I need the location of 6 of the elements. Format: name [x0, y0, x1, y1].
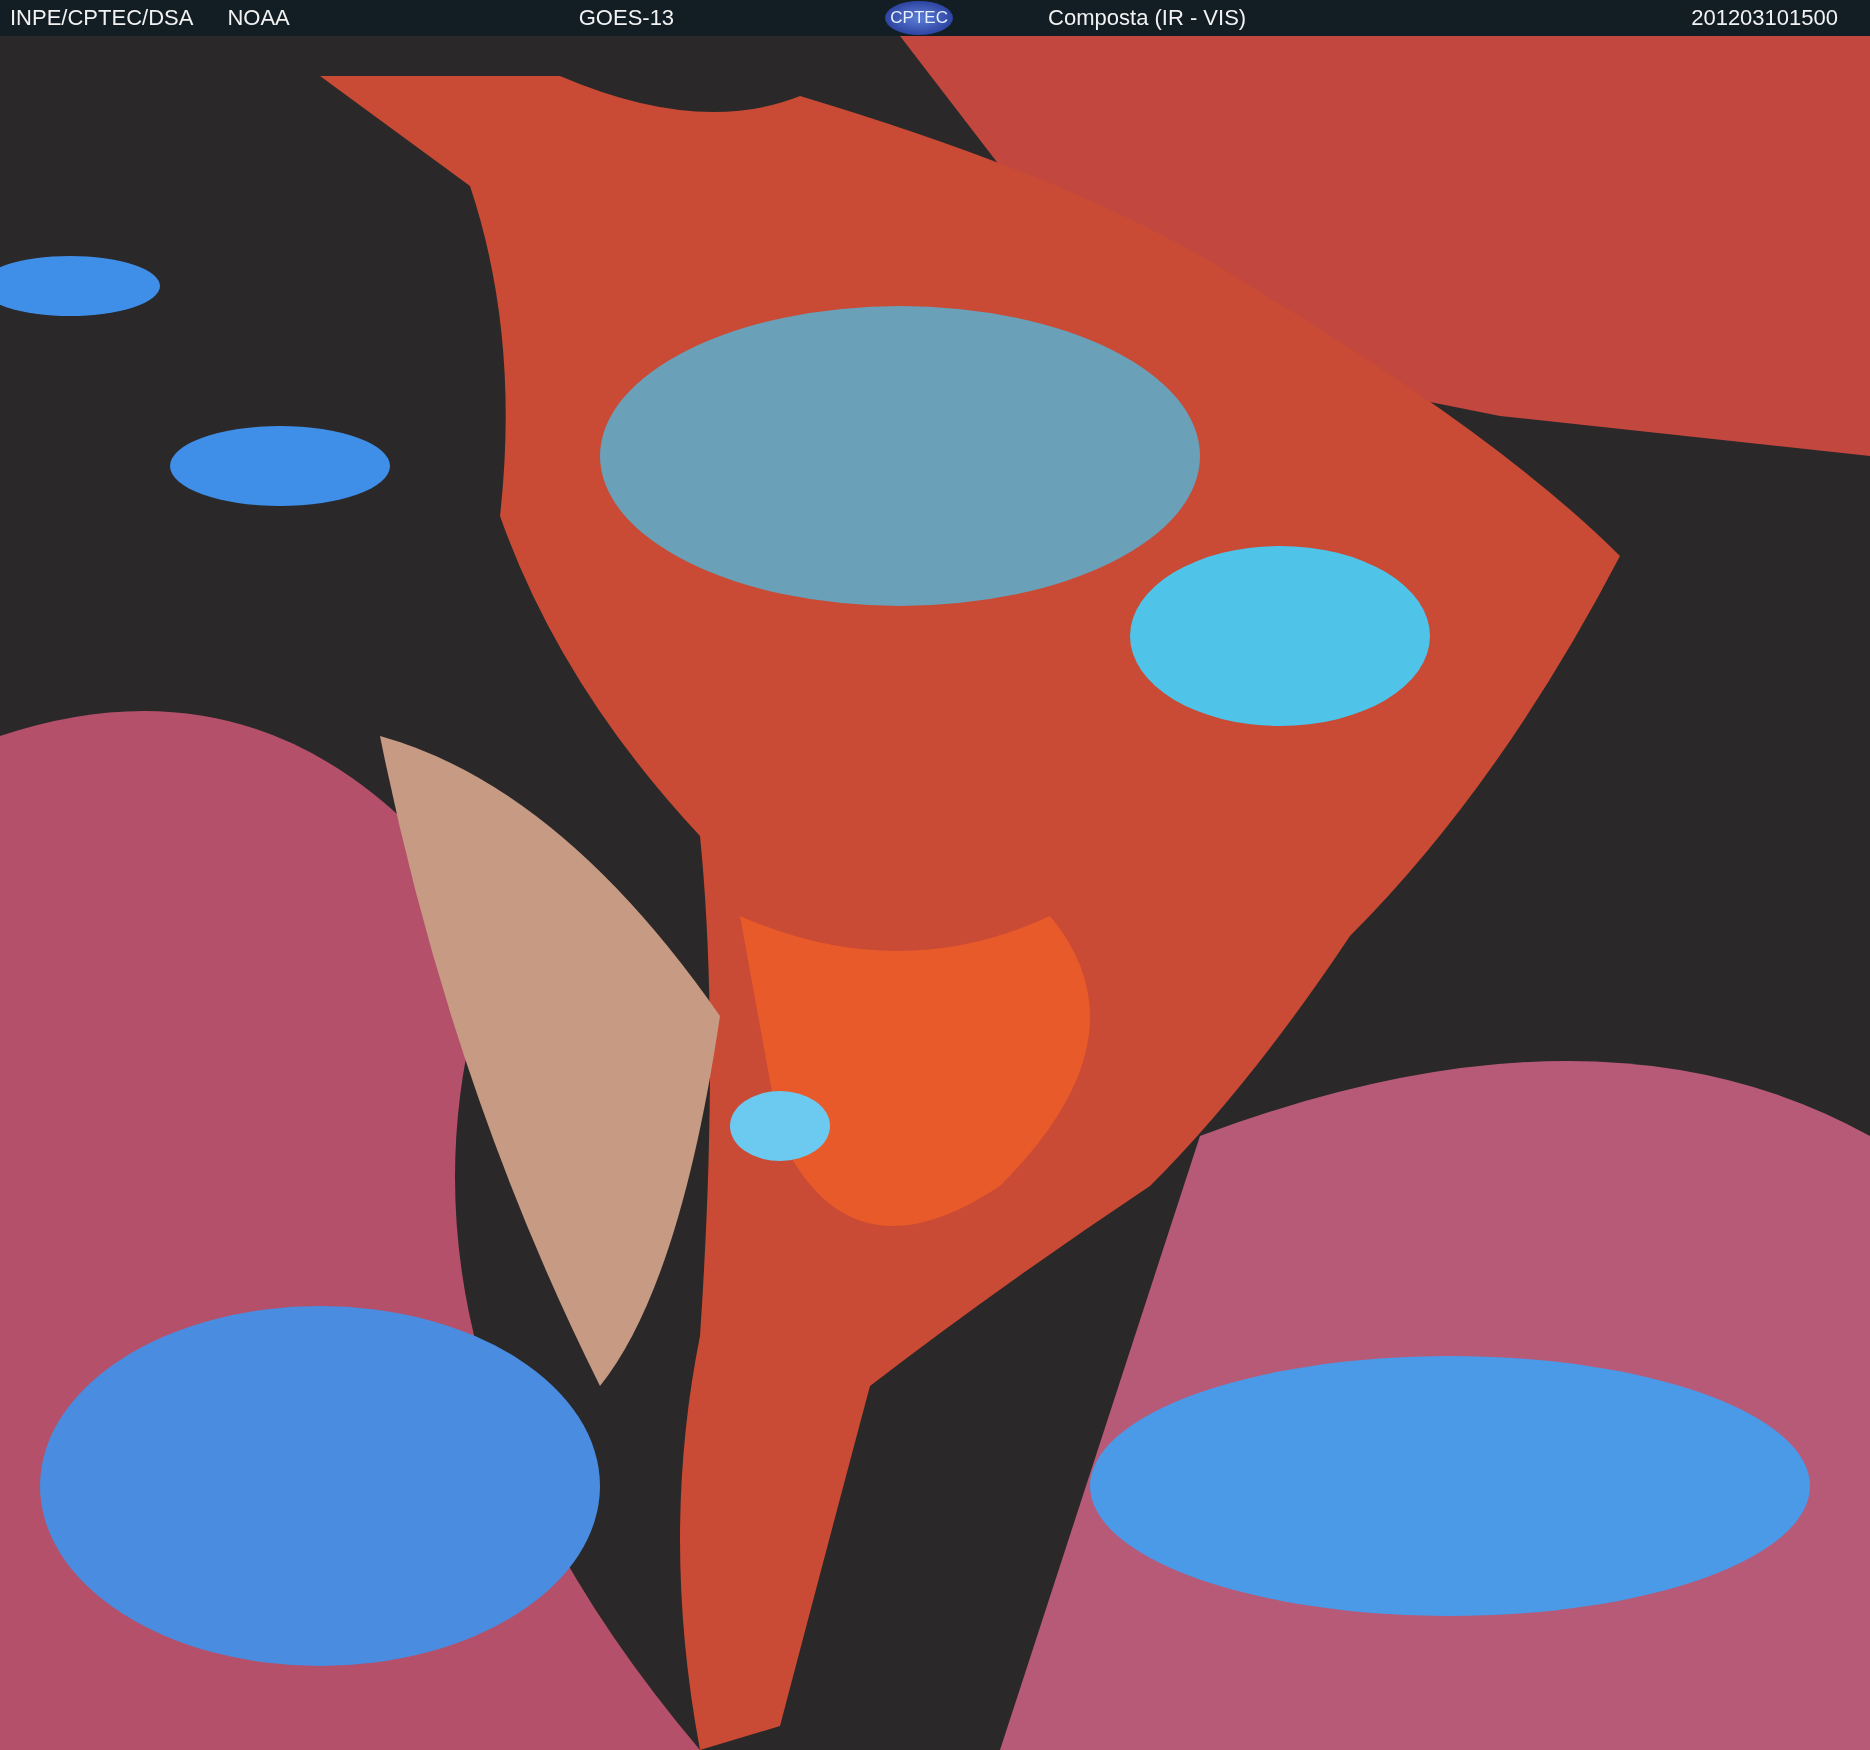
timestamp-label: 201203101500 — [1691, 5, 1838, 31]
product-label: Composta (IR - VIS) — [1048, 5, 1247, 31]
logo: CPTEC — [885, 1, 954, 35]
satellite-label: GOES-13 — [578, 5, 675, 31]
agency-label: NOAA — [227, 5, 290, 31]
source-label: INPE/CPTEC/DSA — [10, 5, 194, 31]
